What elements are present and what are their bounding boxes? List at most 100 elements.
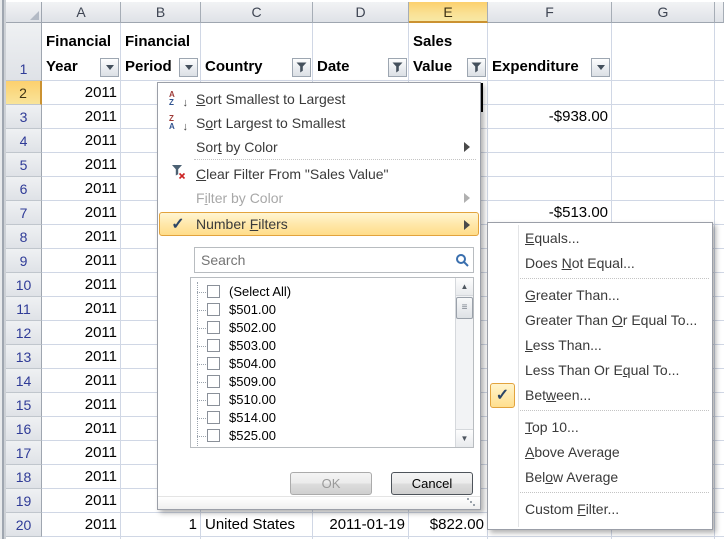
header-date[interactable]: Date (317, 54, 350, 79)
header-country[interactable]: Country (205, 54, 263, 79)
row-header-11[interactable]: 11 (6, 297, 42, 321)
column-header-b[interactable]: B (121, 2, 201, 23)
value-item[interactable]: $525.00 (191, 427, 456, 445)
cancel-button[interactable]: Cancel (391, 472, 473, 495)
column-header-d[interactable]: D (313, 2, 409, 23)
column-header-a[interactable]: A (42, 2, 121, 23)
checkbox-icon[interactable] (207, 303, 220, 316)
header-sales-value[interactable]: Sales Value (413, 29, 465, 79)
cell-a17[interactable]: 2011 (42, 441, 121, 465)
submenu-item-less-than-or-equal-to[interactable]: Less Than Or Equal To... (490, 358, 710, 383)
value-item[interactable]: $502.00 (191, 319, 456, 337)
checkbox-icon[interactable] (207, 429, 220, 442)
row-header-7[interactable]: 7 (6, 201, 42, 225)
submenu-item-equals[interactable]: Equals... (490, 226, 710, 251)
submenu-item-top-10[interactable]: Top 10... (490, 415, 710, 440)
checkbox-icon[interactable] (207, 321, 220, 334)
cell-c20[interactable]: United States (201, 513, 313, 537)
value-item[interactable]: $503.00 (191, 337, 456, 355)
row-header-12[interactable]: 12 (6, 321, 42, 345)
row-header-15[interactable]: 15 (6, 393, 42, 417)
cell-a7[interactable]: 2011 (42, 201, 121, 225)
value-item[interactable]: (Select All) (191, 283, 456, 301)
cell-a8[interactable]: 2011 (42, 225, 121, 249)
header-expenditure[interactable]: Expenditure (492, 54, 579, 79)
row-header-6[interactable]: 6 (6, 177, 42, 201)
menu-item-clear-filter[interactable]: Clear Filter From "Sales Value" (160, 162, 478, 186)
cell-a6[interactable]: 2011 (42, 177, 121, 201)
column-header-e[interactable]: E (409, 2, 488, 23)
cell-a18[interactable]: 2011 (42, 465, 121, 489)
cell-a2[interactable]: 2011 (42, 81, 121, 105)
cell-a13[interactable]: 2011 (42, 345, 121, 369)
search-input[interactable] (195, 248, 461, 272)
submenu-item-below-average[interactable]: Below Average (490, 465, 710, 490)
scroll-up-icon[interactable]: ▲ (456, 278, 473, 296)
value-item[interactable]: $510.00 (191, 391, 456, 409)
search-icon[interactable] (455, 253, 469, 267)
checkbox-icon[interactable] (207, 357, 220, 370)
scroll-down-icon[interactable]: ▼ (456, 429, 473, 447)
submenu-item-greater-than-or-equal-to[interactable]: Greater Than Or Equal To... (490, 308, 710, 333)
column-header-c[interactable]: C (201, 2, 313, 23)
checkbox-icon[interactable] (207, 375, 220, 388)
cell-e20[interactable]: $822.00 (409, 513, 488, 537)
submenu-item-custom-filter[interactable]: Custom Filter... (490, 497, 710, 522)
submenu-item-greater-than[interactable]: Greater Than... (490, 283, 710, 308)
row-header-3[interactable]: 3 (6, 105, 42, 129)
cell-a15[interactable]: 2011 (42, 393, 121, 417)
cell-a20[interactable]: 2011 (42, 513, 121, 537)
cell-b20[interactable]: 1 (121, 513, 201, 537)
row-header-10[interactable]: 10 (6, 273, 42, 297)
scrollbar-thumb[interactable]: ≡ (456, 297, 473, 319)
row-header-20[interactable]: 20 (6, 513, 42, 537)
cell-a5[interactable]: 2011 (42, 153, 121, 177)
cell-a16[interactable]: 2011 (42, 417, 121, 441)
cell-f3[interactable]: -$938.00 (488, 105, 612, 129)
select-all-corner[interactable] (6, 2, 42, 23)
row-header-8[interactable]: 8 (6, 225, 42, 249)
filter-button-financial-period[interactable] (179, 58, 198, 77)
row-header-13[interactable]: 13 (6, 345, 42, 369)
menu-item-sort-smallest-to-largest[interactable]: AZ↓Sort Smallest to Largest (160, 87, 478, 111)
list-scrollbar[interactable]: ▲ ≡ ▼ (455, 278, 473, 447)
submenu-item-above-average[interactable]: Above Average (490, 440, 710, 465)
value-item[interactable]: $501.00 (191, 301, 456, 319)
filter-button-sales-value[interactable] (467, 58, 486, 77)
cell-a3[interactable]: 2011 (42, 105, 121, 129)
checkbox-icon[interactable] (207, 339, 220, 352)
menu-item-sort-by-color[interactable]: Sort by Color (160, 135, 478, 159)
filter-button-financial-year[interactable] (100, 58, 119, 77)
row-header-5[interactable]: 5 (6, 153, 42, 177)
row-header-9[interactable]: 9 (6, 249, 42, 273)
cell-a4[interactable]: 2011 (42, 129, 121, 153)
submenu-item-between[interactable]: Between... (490, 383, 710, 408)
menu-item-sort-largest-to-smallest[interactable]: ZA↓Sort Largest to Smallest (160, 111, 478, 135)
checkbox-icon[interactable] (207, 285, 220, 298)
cell-a14[interactable]: 2011 (42, 369, 121, 393)
row-header-18[interactable]: 18 (6, 465, 42, 489)
menu-item-number-filters[interactable]: ✓Number Filters (159, 212, 479, 236)
value-item[interactable]: $504.00 (191, 355, 456, 373)
row-header-1[interactable]: 1 (6, 23, 42, 81)
cell-a11[interactable]: 2011 (42, 297, 121, 321)
value-item[interactable]: $509.00 (191, 373, 456, 391)
resize-grip-icon[interactable] (467, 498, 469, 500)
cell-a10[interactable]: 2011 (42, 273, 121, 297)
cell-a19[interactable]: 2011 (42, 489, 121, 513)
column-header-f[interactable]: F (488, 2, 612, 23)
row-header-16[interactable]: 16 (6, 417, 42, 441)
value-item[interactable]: $514.00 (191, 409, 456, 427)
column-header-partial[interactable] (715, 2, 724, 23)
checkbox-icon[interactable] (207, 393, 220, 406)
filter-button-date[interactable] (388, 58, 407, 77)
cell-d20[interactable]: 2011-01-19 (313, 513, 409, 537)
value-item-partial[interactable] (191, 445, 456, 447)
checkbox-icon[interactable] (207, 411, 220, 424)
row-header-4[interactable]: 4 (6, 129, 42, 153)
cell-a9[interactable]: 2011 (42, 249, 121, 273)
column-header-g[interactable]: G (612, 2, 715, 23)
submenu-item-does-not-equal[interactable]: Does Not Equal... (490, 251, 710, 276)
filter-button-country[interactable] (292, 58, 311, 77)
row-header-17[interactable]: 17 (6, 441, 42, 465)
